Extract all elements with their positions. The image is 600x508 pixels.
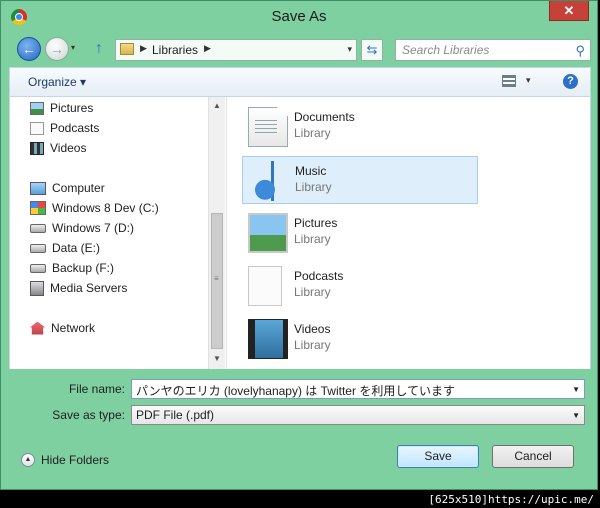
organize-menu[interactable]: Organize ▾ [28, 75, 86, 89]
navigation-bar: ← → ▾ ↑ ▶ Libraries ▶ ▾ ⇆ Search Librari… [1, 33, 597, 67]
back-button[interactable]: ← [17, 37, 41, 61]
nav-item-label: Podcasts [50, 121, 100, 135]
nav-item-label: Media Servers [50, 281, 128, 295]
library-name: Podcasts [294, 269, 344, 283]
nav-item-videos[interactable]: Videos [30, 139, 86, 157]
documents-library-icon [248, 107, 288, 147]
videos-library-icon [248, 319, 288, 359]
scroll-up-icon[interactable]: ▲ [213, 101, 221, 110]
save-type-value: PDF File (.pdf) [136, 408, 215, 422]
file-name-value: パンヤのエリカ (lovelyhanapy) は Twitter を利用していま… [136, 384, 455, 398]
cancel-button[interactable]: Cancel [492, 445, 574, 468]
nav-item-label: Data (E:) [52, 241, 101, 255]
image-source-tag: [625x510]https://upic.me/ [428, 493, 594, 506]
search-placeholder: Search Libraries [402, 43, 490, 57]
nav-item-media-servers[interactable]: Media Servers [30, 279, 127, 297]
nav-item-podcasts[interactable]: Podcasts [30, 119, 99, 137]
pane-divider[interactable] [226, 97, 227, 369]
nav-item-label: Backup (F:) [52, 261, 115, 275]
breadcrumb-libraries[interactable]: Libraries [152, 43, 198, 57]
save-as-dialog: Save As ✕ ← → ▾ ↑ ▶ Libraries ▶ ▾ ⇆ Sear… [0, 0, 598, 490]
address-dropdown-icon[interactable]: ▾ [347, 44, 352, 55]
nav-item-windows-8-dev[interactable]: Windows 8 Dev (C:) [30, 199, 159, 217]
library-type: Library [295, 180, 332, 194]
nav-pane-scrollbar[interactable]: ▲ ≡ ▼ [208, 97, 225, 369]
save-type-label: Save as type: [52, 408, 125, 422]
library-type: Library [294, 126, 331, 140]
library-documents[interactable]: Documents Library [242, 103, 478, 151]
libraries-icon [120, 43, 134, 55]
refresh-button[interactable]: ⇆ [361, 39, 383, 61]
scroll-grip-icon: ≡ [214, 274, 219, 283]
scroll-down-icon[interactable]: ▼ [213, 354, 221, 363]
breadcrumb-separator-icon[interactable]: ▶ [204, 43, 211, 54]
window-title: Save As [271, 8, 327, 25]
library-pictures[interactable]: Pictures Library [242, 209, 478, 257]
drive-icon [30, 263, 46, 273]
library-videos[interactable]: Videos Library [242, 315, 478, 363]
library-type: Library [294, 232, 331, 246]
chevron-down-icon[interactable]: ▼ [572, 411, 580, 420]
library-type: Library [294, 338, 331, 352]
drive-icon [30, 243, 46, 253]
nav-item-label: Computer [52, 181, 105, 195]
breadcrumb-separator-icon[interactable]: ▶ [140, 43, 147, 54]
nav-item-label: Windows 7 (D:) [52, 221, 135, 235]
recent-locations-dropdown[interactable]: ▾ [71, 43, 81, 53]
nav-item-windows-7[interactable]: Windows 7 (D:) [30, 219, 134, 237]
search-input[interactable]: Search Libraries ⚲ [395, 39, 591, 61]
library-music[interactable]: Music Library [242, 156, 478, 204]
hide-folders-button[interactable]: ▲ Hide Folders [21, 451, 109, 469]
nav-item-data[interactable]: Data (E:) [30, 239, 100, 257]
nav-item-label: Network [51, 321, 96, 335]
nav-item-label: Windows 8 Dev (C:) [52, 201, 159, 215]
collapse-icon: ▲ [21, 453, 35, 467]
title-bar: Save As ✕ [1, 1, 597, 33]
library-podcasts[interactable]: Podcasts Library [242, 262, 478, 310]
close-button[interactable]: ✕ [549, 1, 589, 21]
forward-button[interactable]: → [45, 37, 69, 61]
help-icon[interactable]: ? [563, 74, 578, 89]
library-name: Videos [294, 322, 331, 336]
nav-item-label: Videos [50, 141, 87, 155]
file-name-input[interactable]: パンヤのエリカ (lovelyhanapy) は Twitter を利用していま… [131, 379, 585, 399]
videos-icon [30, 141, 44, 155]
navigation-pane: Pictures Podcasts Videos Computer Window… [10, 97, 226, 369]
command-toolbar: Organize ▾ ▾ ? [9, 67, 591, 97]
library-name: Pictures [294, 216, 338, 230]
computer-icon [30, 181, 46, 195]
drive-icon [30, 223, 46, 233]
save-form: File name: パンヤのエリカ (lovelyhanapy) は Twit… [9, 369, 591, 429]
address-bar[interactable]: ▶ Libraries ▶ ▾ [115, 39, 357, 61]
nav-item-computer[interactable]: Computer [30, 179, 105, 197]
content-area: Pictures Podcasts Videos Computer Window… [9, 97, 591, 369]
music-library-icon [249, 161, 289, 201]
network-icon [30, 321, 45, 335]
library-name: Music [295, 164, 327, 178]
search-icon[interactable]: ⚲ [575, 43, 585, 59]
hide-folders-label: Hide Folders [41, 453, 110, 467]
library-name: Documents [294, 110, 355, 124]
change-view-icon[interactable] [502, 75, 516, 87]
up-button[interactable]: ↑ [95, 41, 109, 57]
media-server-icon [30, 280, 44, 296]
scrollbar-thumb[interactable]: ≡ [211, 213, 223, 349]
view-options-dropdown[interactable]: ▾ [526, 75, 531, 86]
pictures-icon [30, 101, 44, 115]
save-button[interactable]: Save [397, 445, 479, 468]
save-type-select[interactable]: PDF File (.pdf) ▼ [131, 405, 585, 425]
file-name-label: File name: [68, 382, 125, 396]
library-type: Library [294, 285, 331, 299]
pictures-library-icon [248, 213, 288, 253]
nav-item-network[interactable]: Network [30, 319, 95, 337]
nav-item-label: Pictures [50, 101, 94, 115]
podcasts-library-icon [248, 266, 282, 306]
nav-item-backup[interactable]: Backup (F:) [30, 259, 114, 277]
windows-drive-icon [30, 201, 46, 215]
nav-item-pictures[interactable]: Pictures [30, 99, 93, 117]
chevron-down-icon[interactable]: ▼ [572, 385, 580, 394]
podcasts-icon [30, 121, 44, 135]
